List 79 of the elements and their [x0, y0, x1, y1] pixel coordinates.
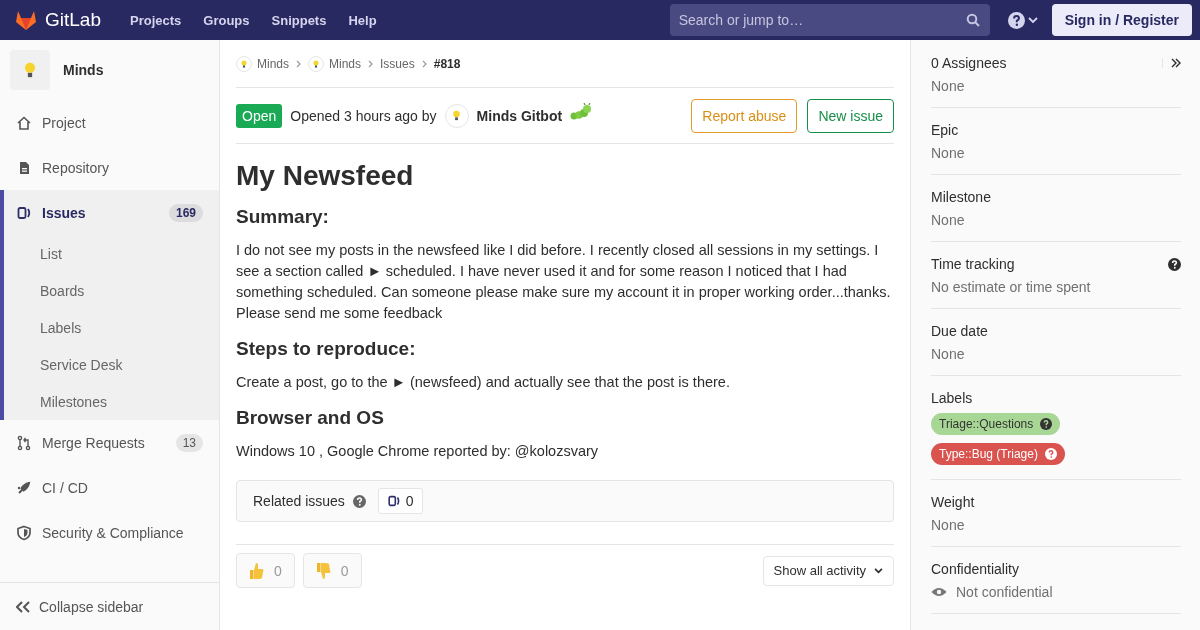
thumbs-up-icon [249, 561, 265, 580]
paragraph: Windows 10 , Google Chrome reported by: @kolozsvary [236, 442, 600, 461]
help-icon[interactable] [1040, 418, 1053, 430]
field-value: None [931, 517, 965, 533]
label-tag[interactable]: Type::Bug (Triage) [931, 443, 1065, 465]
sidebar-subitem[interactable]: Service Desk [4, 346, 219, 383]
chevron-down-icon [874, 567, 883, 574]
paragraph: Create a post, go to the ► (newsfeed) and actually see that the post is there. [236, 373, 731, 392]
shield-icon [16, 524, 32, 541]
bulb-icon [311, 58, 321, 69]
sidebar-item[interactable]: Repository [0, 145, 219, 190]
chevron-right-icon [421, 59, 427, 68]
opened-text: Opened 3 hours ago by [290, 107, 437, 124]
field-value: None [931, 212, 965, 228]
eye-icon [931, 587, 947, 597]
field-value: No estimate or time spent [931, 279, 1091, 295]
count-badge: 169 [168, 203, 203, 222]
nav-link[interactable]: Groups [200, 8, 253, 32]
breadcrumb-link[interactable]: Minds [257, 56, 289, 71]
sign-in-button[interactable]: Sign in / Register [1051, 4, 1192, 36]
field-label: 0 Assignees [931, 55, 1008, 71]
caterpillar-icon [570, 102, 593, 121]
section-heading: Steps to reproduce: [236, 338, 417, 360]
fox-logo[interactable] [15, 10, 37, 30]
nav-link[interactable]: Help [345, 8, 380, 32]
issue-title: My Newsfeed [236, 160, 415, 192]
field-label: Due date [931, 323, 989, 339]
project-name[interactable]: Minds [63, 62, 104, 78]
sidebar-subitem[interactable]: Milestones [4, 383, 219, 420]
bulb-icon [239, 58, 249, 69]
related-count[interactable]: 0 [377, 488, 423, 514]
field-label: Milestone [931, 189, 992, 205]
thumbs-down-icon [315, 561, 332, 580]
section-heading: Summary: [236, 206, 330, 228]
issues-icon [386, 494, 401, 508]
search-field[interactable]: Search or jump to… [669, 4, 990, 36]
status-badge: Open [236, 103, 283, 128]
sidebar-item[interactable]: CI / CD [0, 465, 219, 510]
field-value: Not confidential [956, 584, 1053, 600]
field-label: Time tracking [931, 256, 1016, 272]
field-label: Confidentiality [931, 561, 1020, 577]
paragraph: I do not see my posts in the newsfeed like I did before. I recently closed all sessions in my settings. I see a section called ► scheduled. I have never used it and for some reason I noticed that I had something scheduled. Can someone please make sure my account it in proper working order...thanks. Please send me some feedback [236, 241, 892, 323]
sidebar-subitem[interactable]: Labels [4, 309, 219, 346]
field-value: None [931, 346, 965, 362]
help-icon[interactable] [1007, 11, 1025, 29]
help-icon[interactable] [1168, 257, 1181, 271]
related-issues-label: Related issues [253, 493, 345, 509]
sidebar-item[interactable]: Security & Compliance [0, 510, 219, 555]
sidebar-subitem[interactable]: List [4, 235, 219, 272]
nav-link[interactable]: Snippets [268, 8, 330, 32]
chevron-right-icon [296, 59, 301, 68]
home-icon [16, 114, 32, 131]
double-chevron-left-icon [16, 600, 30, 613]
field-label: Epic [931, 122, 960, 138]
field-value: None [931, 145, 965, 161]
field-label: Weight [931, 494, 976, 510]
field-value: None [931, 78, 965, 94]
breadcrumb-link[interactable]: Minds [329, 56, 362, 71]
nav-link[interactable]: Projects [127, 8, 185, 32]
count-badge: 13 [175, 433, 203, 452]
sidebar-item[interactable]: Project [0, 100, 219, 145]
label-tag[interactable]: Triage::Questions [931, 413, 1061, 435]
brand-name[interactable]: GitLab [45, 9, 101, 31]
chevron-right-icon [368, 59, 374, 68]
breadcrumb-link[interactable]: Issues [380, 56, 415, 71]
merge-icon [16, 434, 32, 451]
field-label: Labels [931, 390, 974, 406]
new-issue-button[interactable]: New issue [807, 98, 894, 133]
activity-dropdown[interactable]: Show all activity [762, 555, 894, 586]
sidebar-subitem[interactable]: Boards [4, 272, 219, 309]
chevron-down-icon[interactable] [1027, 16, 1038, 24]
issues-icon [16, 204, 32, 221]
section-heading: Browser and OS [236, 407, 385, 429]
sidebar-item[interactable]: Merge Requests 13 [0, 420, 219, 465]
author-link[interactable]: Minds Gitbot [476, 107, 563, 124]
search-icon [965, 13, 980, 27]
breadcrumb-link[interactable]: #818 [433, 56, 461, 71]
sidebar-item[interactable]: Issues 169 [4, 190, 219, 235]
double-chevron-right-icon[interactable] [1171, 58, 1181, 68]
